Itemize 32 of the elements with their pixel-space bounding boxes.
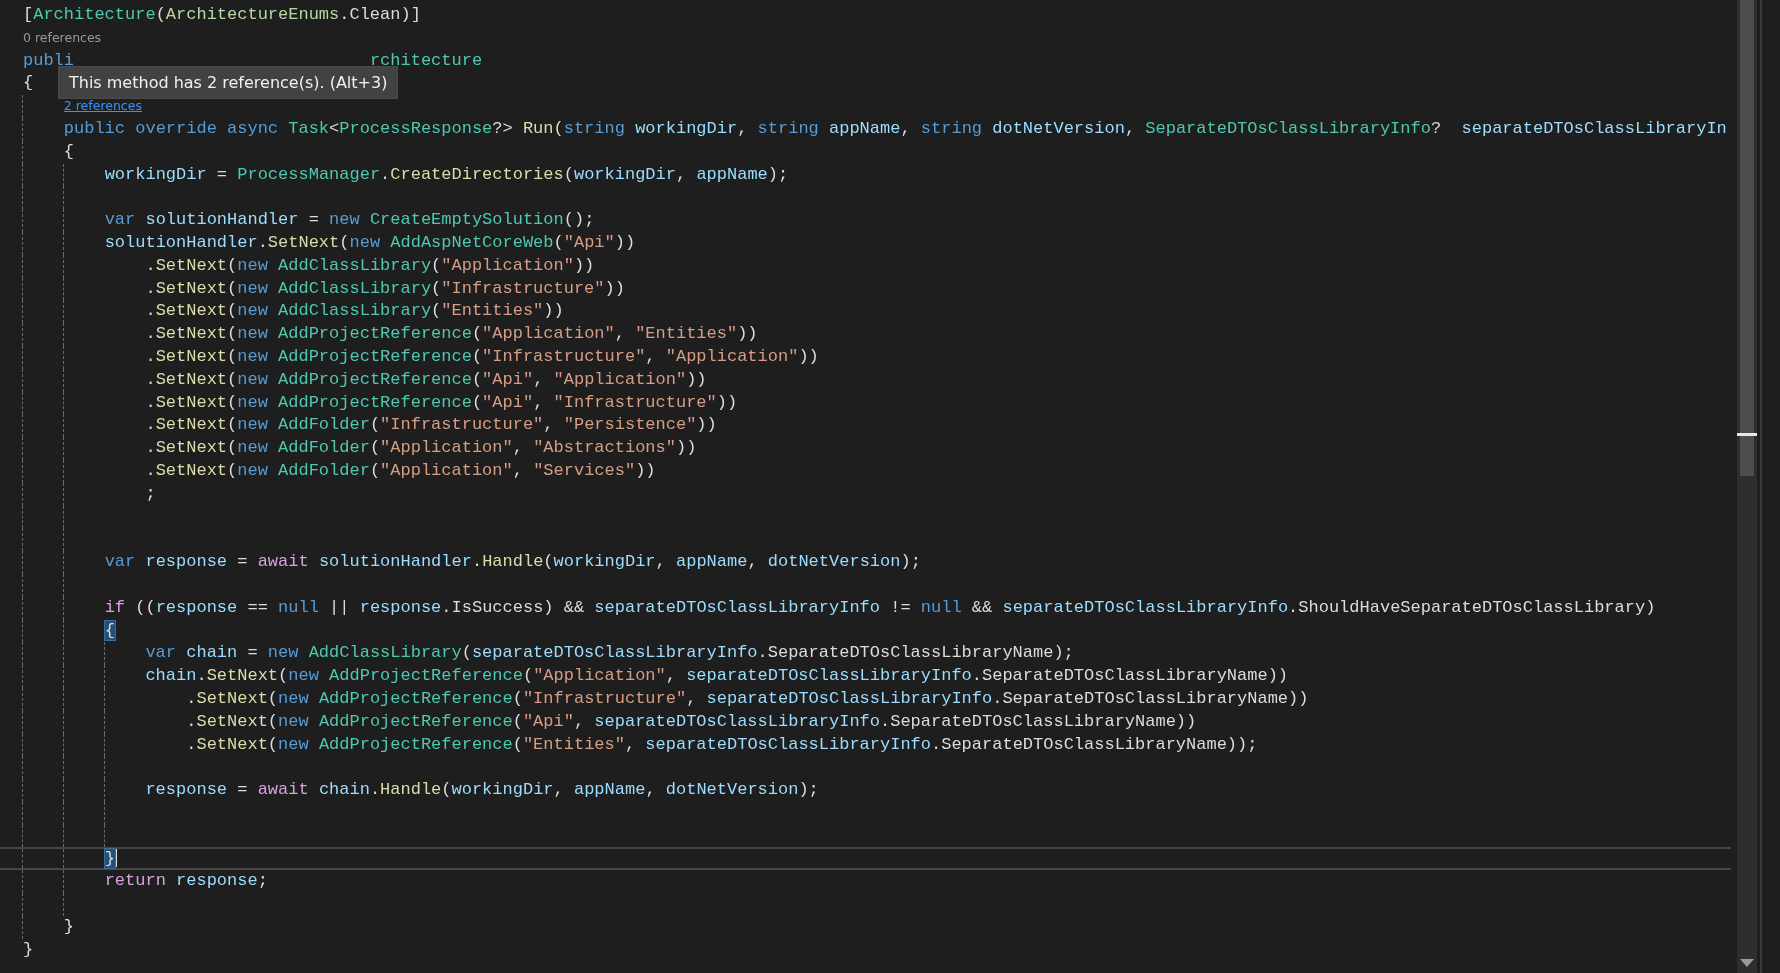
code-line: 0 references xyxy=(23,28,102,47)
code-line: } xyxy=(23,938,34,961)
code-line: .SetNext(new AddFolder("Application", "Abstractions")) xyxy=(144,437,697,460)
code-line: .SetNext(new AddClassLibrary("Application")) xyxy=(144,254,595,277)
code-line: .SetNext(new AddClassLibrary("Entities")) xyxy=(144,300,564,323)
code-line: { xyxy=(62,140,74,163)
code-line: .SetNext(new AddFolder("Infrastructure", "Persistence")) xyxy=(144,414,717,437)
code-line: 2 references xyxy=(62,97,142,116)
code-line: .SetNext(new AddProjectReference("Infrastructure", "Application")) xyxy=(144,345,819,368)
code-line: } xyxy=(62,915,74,938)
code-line: var chain = new AddClassLibrary(separateDTOsClassLibraryInfo.SeparateDTOsClassLibraryName); xyxy=(144,642,1074,665)
code-line: { xyxy=(23,72,34,95)
code-line: .SetNext(new AddClassLibrary("Infrastructure")) xyxy=(144,277,625,300)
code-line: .SetNext(new AddProjectReference("Api", "Application")) xyxy=(144,368,707,391)
code-line: [Architecture(ArchitectureEnums.Clean)] xyxy=(23,4,421,26)
code-line: var solutionHandler = new CreateEmptySolution(); xyxy=(103,209,595,232)
code-line: public override async Task<ProcessResponse?> Run(string workingDir, string appName, string dotNetVersion, SeparateDTOsClassLibraryInfo? separateDTOsClassLibraryIn xyxy=(62,118,1727,140)
code-line: return response; xyxy=(103,870,268,893)
code-line: .SetNext(new AddProjectReference("Api", "Infrastructure")) xyxy=(144,391,738,414)
code-line: solutionHandler.SetNext(new AddAspNetCoreWeb("Api")) xyxy=(103,231,636,254)
code-line: response = await chain.Handle(workingDir, appName, dotNetVersion); xyxy=(144,779,819,802)
code-line: .SetNext(new AddProjectReference("Application", "Entities")) xyxy=(144,323,758,346)
code-line: var response = await solutionHandler.Handle(workingDir, appName, dotNetVersion); xyxy=(103,551,921,574)
code-line: .SetNext(new AddFolder("Application", "Services")) xyxy=(144,459,656,482)
code-line: ; xyxy=(144,482,156,505)
tooltip: This method has 2 reference(s). (Alt+3) xyxy=(58,65,399,99)
code-line: if ((response == null || response.IsSuccess) && separateDTOsClassLibraryInfo != null && separateDTOsClassLibraryInfo.ShouldHaveSeparateDTOsClassLibrary) xyxy=(103,596,1656,619)
code-line: .SetNext(new AddProjectReference("Api", separateDTOsClassLibraryInfo.SeparateDTOsClassLibraryName)) xyxy=(185,710,1197,733)
code-line: .SetNext(new AddProjectReference("Infrastructure", separateDTOsClassLibraryInfo.SeparateDTOsClassLibraryName)) xyxy=(185,687,1309,710)
code-line: .SetNext(new AddProjectReference("Entities", separateDTOsClassLibraryInfo.SeparateDTOsClassLibraryName)); xyxy=(185,733,1258,756)
code-line: chain.SetNext(new AddProjectReference("Application", separateDTOsClassLibraryInfo.SeparateDTOsClassLibraryName)) xyxy=(144,665,1289,688)
code-line: workingDir = ProcessManager.CreateDirectories(workingDir, appName); xyxy=(103,163,789,186)
